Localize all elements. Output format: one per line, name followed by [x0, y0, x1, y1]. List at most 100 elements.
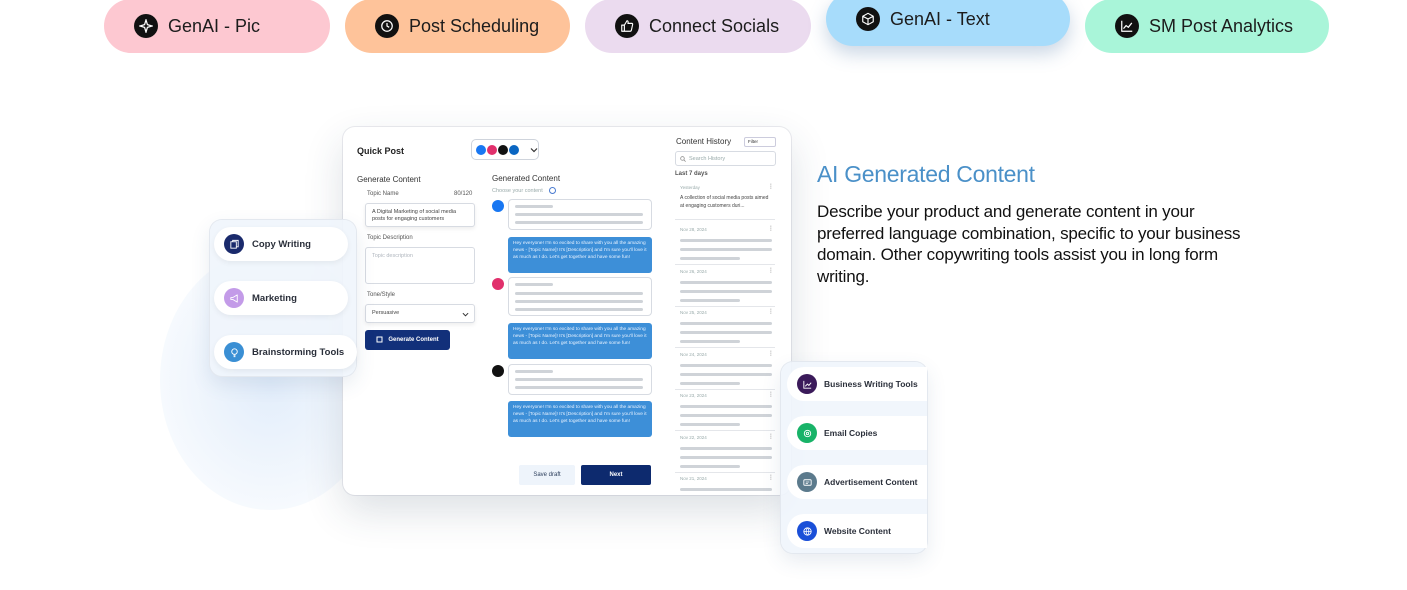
history-placeholder-line — [680, 405, 772, 408]
megaphone-icon — [224, 288, 244, 308]
clock-icon — [375, 14, 399, 38]
mockup-title: Quick Post — [357, 146, 405, 156]
tab-label: SM Post Analytics — [1149, 15, 1294, 36]
save-draft-label: Save draft — [533, 472, 561, 478]
history-placeholder-line — [680, 381, 740, 385]
history-date: Nov 28, 2024 — [680, 227, 707, 232]
tab-connect-socials[interactable]: Connect Socials — [585, 0, 811, 53]
tab-post-scheduling[interactable]: Post Scheduling — [345, 0, 570, 53]
marketing-item[interactable]: Marketing — [214, 281, 348, 315]
facebook-icon — [492, 200, 504, 212]
divider — [675, 430, 775, 431]
advertisement-content-item[interactable]: Advertisement Content — [787, 465, 927, 499]
history-placeholder-line — [680, 363, 772, 367]
cube-icon — [856, 7, 880, 31]
history-placeholder-line — [680, 464, 740, 468]
thumbs-up-icon — [615, 14, 639, 38]
tab-sm-post-analytics[interactable]: SM Post Analytics — [1085, 0, 1329, 53]
tab-label: Connect Socials — [649, 15, 780, 36]
more-icon[interactable]: ⋮ — [768, 474, 774, 481]
history-placeholder-line — [680, 298, 740, 302]
topic-description-field[interactable]: Topic description — [365, 247, 475, 284]
marketing-label: Marketing — [252, 292, 297, 304]
more-icon[interactable]: ⋮ — [768, 391, 774, 398]
history-placeholder-line — [680, 331, 772, 334]
save-draft-button[interactable]: Save draft — [519, 465, 575, 485]
lightbulb-icon — [224, 342, 244, 362]
history-placeholder-line — [680, 257, 740, 260]
email-icon — [797, 423, 817, 443]
history-filter[interactable]: Filter — [744, 137, 776, 147]
copy-writing-label: Copy Writing — [252, 238, 311, 250]
tone-label: Tone/Style — [367, 292, 396, 298]
history-date: Nov 25, 2024 — [680, 310, 707, 315]
section-title: AI Generated Content — [817, 161, 1035, 187]
more-icon[interactable]: ⋮ — [768, 267, 774, 274]
business-writing-tools-label: Business Writing Tools — [824, 379, 918, 389]
chevron-down-icon — [462, 312, 469, 317]
history-placeholder-line — [680, 488, 772, 491]
brainstorming-tools-label: Brainstorming Tools — [252, 346, 345, 358]
history-date: Nov 21, 2024 — [680, 476, 707, 481]
history-placeholder-line — [680, 423, 740, 426]
history-placeholder-line — [680, 455, 772, 459]
history-item-text[interactable]: A collection of social media posts aimed… — [680, 195, 772, 210]
business-writing-tools-item[interactable]: Business Writing Tools — [787, 367, 927, 401]
more-icon[interactable]: ⋮ — [768, 183, 774, 190]
tab-label: GenAI - Pic — [168, 15, 261, 36]
divider — [675, 264, 775, 265]
copy-writing-item[interactable]: Copy Writing — [214, 227, 348, 261]
content-types-card: Business Writing Tools Email Copies Adve… — [781, 362, 927, 553]
generated-card[interactable] — [508, 364, 652, 395]
email-copies-label: Email Copies — [824, 428, 878, 438]
advertisement-content-label: Advertisement Content — [824, 477, 918, 487]
history-placeholder-line — [680, 248, 772, 251]
history-date: Nov 22, 2024 — [680, 434, 707, 440]
generate-content-button[interactable]: Generate Content — [365, 330, 450, 350]
search-icon — [680, 155, 686, 162]
history-filter-label: Filter — [748, 139, 758, 144]
content-history-title: Content History — [676, 137, 732, 146]
more-icon[interactable]: ⋮ — [768, 433, 774, 440]
last-7-days-label: Last 7 days — [675, 171, 708, 177]
x-icon — [498, 144, 508, 155]
generate-content-label: Generate Content — [388, 337, 439, 343]
section-description: Describe your product and generate conte… — [817, 202, 1241, 286]
social-selector[interactable] — [471, 139, 539, 160]
topic-name-label: Topic Name — [367, 191, 399, 197]
topic-count: 80/120 — [454, 191, 473, 197]
more-icon[interactable]: ⋮ — [768, 308, 774, 315]
divider — [675, 347, 775, 348]
topic-name-field[interactable]: A Digital Marketing of social media post… — [365, 203, 475, 227]
copy-icon — [224, 234, 244, 254]
more-icon[interactable]: ⋮ — [768, 225, 774, 232]
history-placeholder-line — [680, 414, 772, 417]
x-icon — [492, 365, 504, 377]
history-search-input[interactable]: Search History — [675, 151, 776, 166]
chart-icon — [797, 374, 817, 394]
next-button[interactable]: Next — [581, 465, 651, 485]
website-content-item[interactable]: Website Content — [787, 514, 927, 548]
chevron-down-icon — [530, 147, 538, 152]
globe-icon — [797, 521, 817, 541]
website-content-label: Website Content — [824, 526, 891, 536]
sparkle-icon — [376, 336, 383, 343]
tone-select[interactable]: Persuasive — [365, 304, 475, 323]
info-icon — [549, 187, 556, 194]
choose-content-label: Choose your content — [492, 188, 543, 194]
instagram-icon — [487, 144, 497, 155]
generated-card[interactable] — [508, 199, 652, 230]
facebook-icon — [476, 144, 486, 155]
email-copies-item[interactable]: Email Copies — [787, 416, 927, 450]
tab-genai-pic[interactable]: GenAI - Pic — [104, 0, 330, 53]
generated-card[interactable] — [508, 277, 652, 316]
more-icon[interactable]: ⋮ — [768, 350, 774, 357]
tab-genai-text[interactable]: GenAI - Text — [826, 0, 1070, 46]
brainstorming-tools-item[interactable]: Brainstorming Tools — [214, 335, 357, 369]
quick-post-mockup: Quick Post Generate Content Topic Name 8… — [343, 127, 791, 495]
instagram-icon — [492, 278, 504, 290]
divider — [675, 388, 775, 390]
tab-label: GenAI - Text — [890, 8, 990, 29]
history-date: Nov 26, 2024 — [680, 268, 707, 274]
history-placeholder-line — [680, 289, 772, 293]
